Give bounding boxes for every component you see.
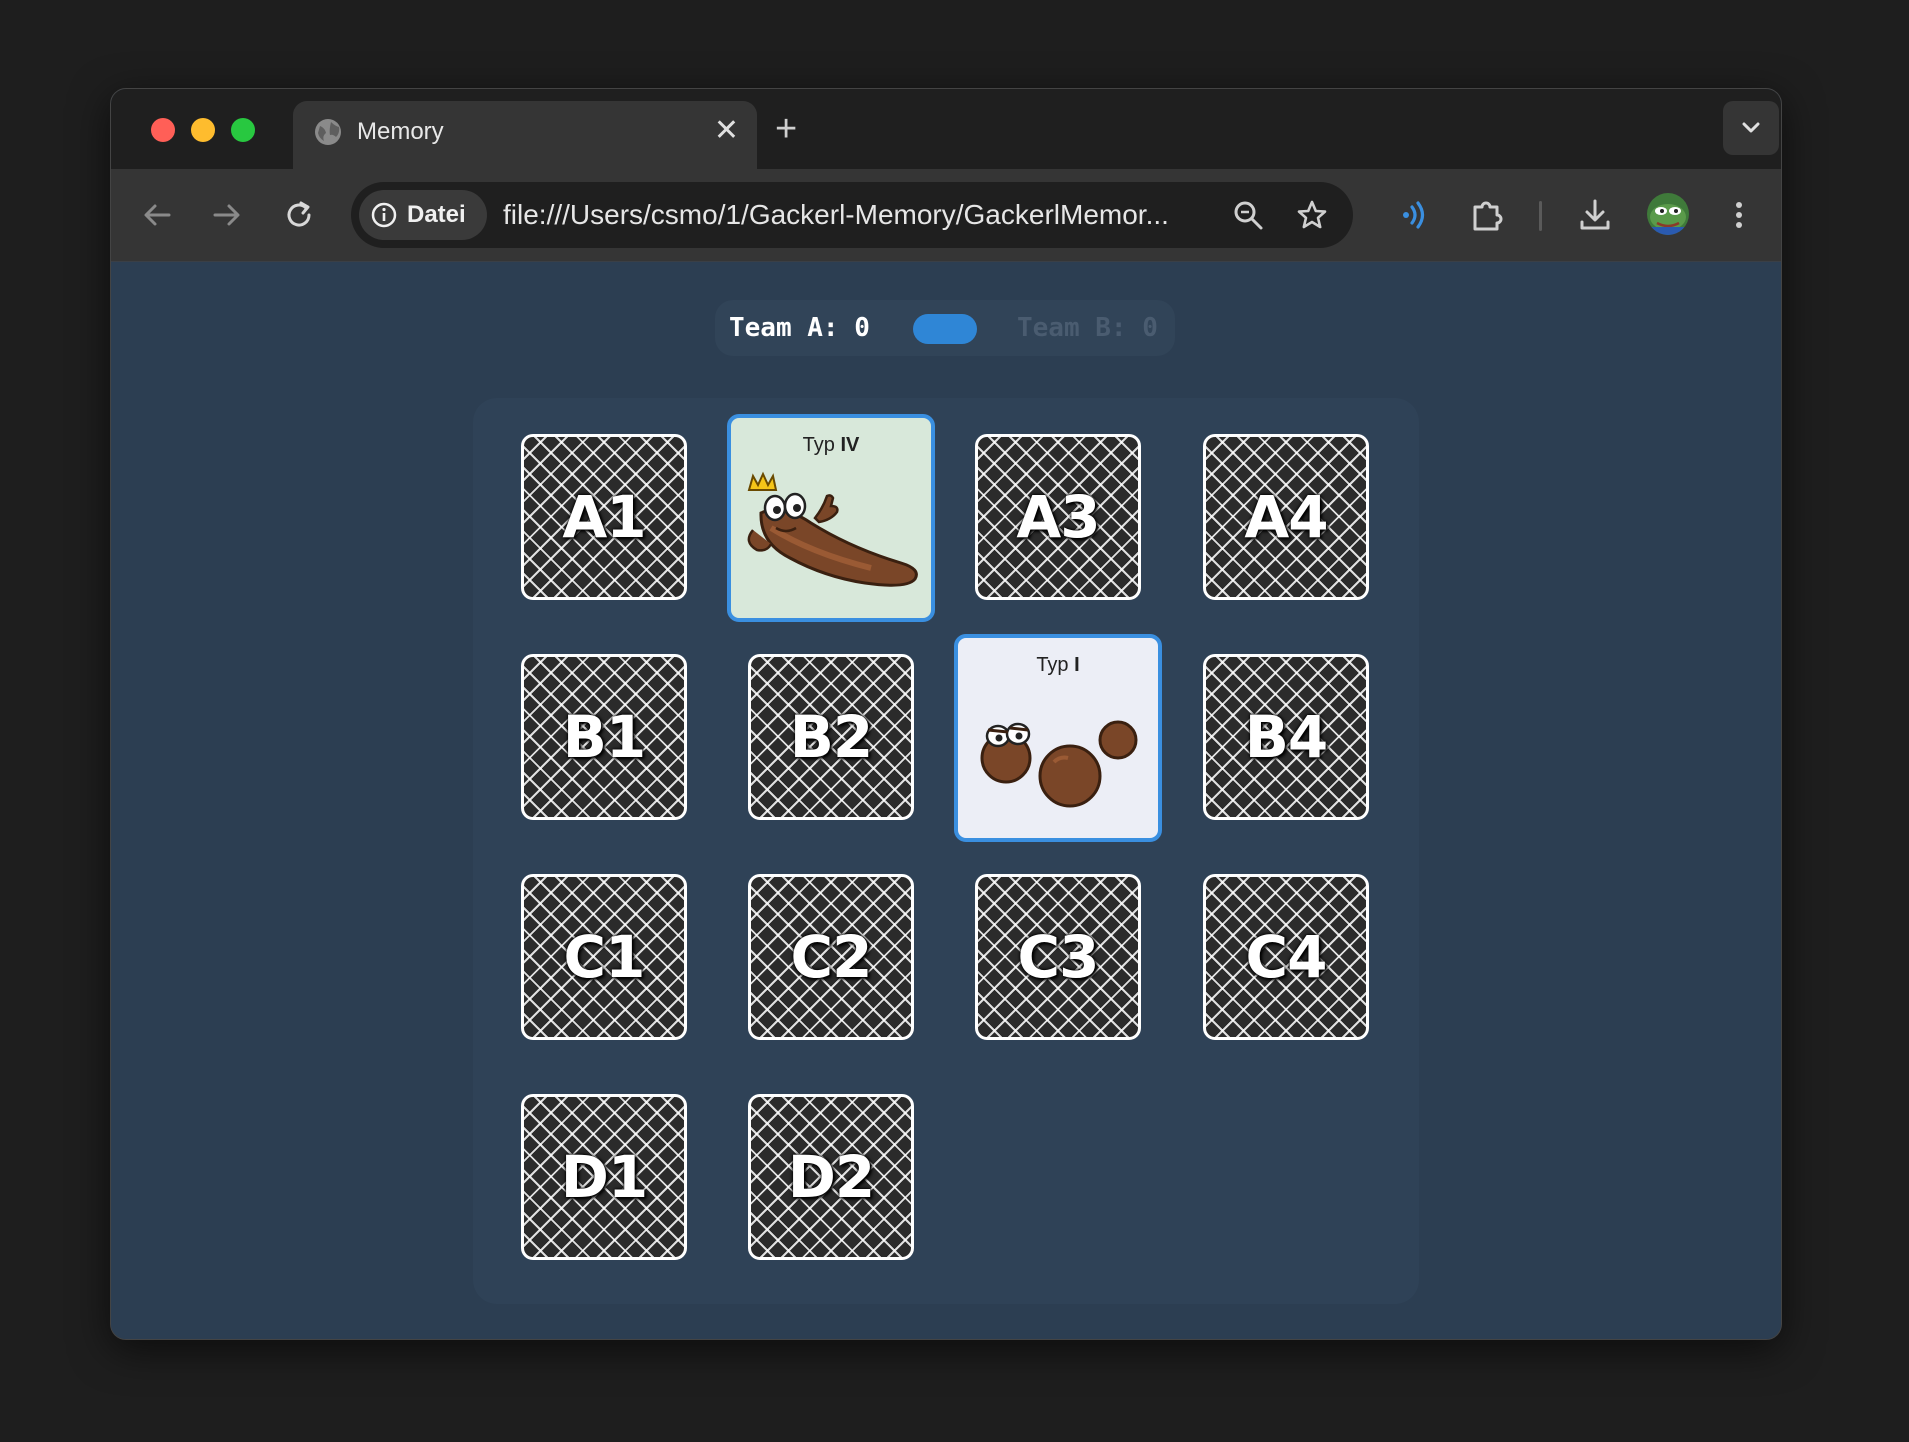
tab-title: Memory [357,118,444,145]
reload-icon[interactable] [281,197,317,233]
extensions-puzzle-icon[interactable] [1467,195,1507,235]
back-arrow-icon[interactable] [139,197,175,233]
tab-close-icon[interactable]: ✕ [714,113,739,149]
card-label: C3 [1017,923,1100,991]
card-label: B2 [789,703,874,771]
card-a4[interactable]: A4 [1203,434,1369,600]
card-label: C2 [790,923,873,991]
memory-board: A1 Typ IV A3 A4 B1 B2 Typ I B4 C1 C2 C3 … [473,398,1419,1304]
card-type-label: Typ I [1036,654,1080,676]
card-label: A3 [1016,483,1100,551]
card-type-label: Typ IV [802,434,860,456]
browser-window: Memory ✕ + Datei file:///Users/csmo/1/Ga… [110,88,1782,1340]
card-c4[interactable]: C4 [1203,874,1369,1040]
card-d1[interactable]: D1 [521,1094,687,1260]
zoom-icon[interactable] [1231,198,1265,232]
card-c2[interactable]: C2 [748,874,914,1040]
info-icon [371,202,397,228]
forward-arrow-icon[interactable] [209,197,245,233]
profile-avatar[interactable] [1647,193,1689,235]
site-info-label: Datei [407,201,466,228]
globe-icon [315,119,341,145]
chevron-down-icon [1742,122,1760,133]
minimize-window-button[interactable] [191,118,215,142]
url-text[interactable]: file:///Users/csmo/1/Gackerl-Memory/Gack… [503,199,1169,231]
pellets-illustration [980,720,1138,808]
site-info-chip[interactable]: Datei [359,190,487,240]
card-b3-revealed[interactable]: Typ I [954,634,1162,842]
address-bar[interactable]: Datei file:///Users/csmo/1/Gackerl-Memor… [351,182,1353,248]
card-d2[interactable]: D2 [748,1094,914,1260]
card-c1[interactable]: C1 [521,874,687,1040]
card-label: B4 [1244,703,1329,771]
close-window-button[interactable] [151,118,175,142]
tab-bar: Memory ✕ + [111,89,1781,169]
frog-avatar-icon [1647,193,1689,235]
card-a3[interactable]: A3 [975,434,1141,600]
download-icon[interactable] [1575,195,1615,235]
toolbar-divider [1539,201,1542,231]
more-menu-icon[interactable] [1719,195,1759,235]
scoreboard: Team A: 0 Team B: 0 [715,300,1175,356]
tab-memory[interactable]: Memory ✕ [293,101,757,169]
card-label: D1 [560,1143,649,1211]
card-label: A1 [562,483,646,551]
maximize-window-button[interactable] [231,118,255,142]
card-label: C1 [563,923,646,991]
card-label: D2 [787,1143,876,1211]
tab-search-button[interactable] [1723,101,1779,155]
team-turn-toggle[interactable] [913,314,977,344]
broadcast-icon[interactable] [1395,195,1435,235]
card-a1[interactable]: A1 [521,434,687,600]
slug-king-illustration [747,471,918,587]
card-label: B1 [562,703,647,771]
new-tab-button[interactable]: + [775,107,797,151]
card-c3[interactable]: C3 [975,874,1141,1040]
browser-toolbar: Datei file:///Users/csmo/1/Gackerl-Memor… [111,169,1781,262]
card-a2-revealed[interactable]: Typ IV [727,414,935,622]
bookmark-star-icon[interactable] [1295,198,1329,232]
card-label: A4 [1244,483,1328,551]
team-b-score: Team B: 0 [1017,313,1158,343]
card-b1[interactable]: B1 [521,654,687,820]
card-label: C4 [1245,923,1328,991]
team-a-score: Team A: 0 [729,313,870,343]
card-b4[interactable]: B4 [1203,654,1369,820]
page-content: Team A: 0 Team B: 0 A1 Typ IV A3 A4 B1 B… [111,262,1781,1339]
card-b2[interactable]: B2 [748,654,914,820]
